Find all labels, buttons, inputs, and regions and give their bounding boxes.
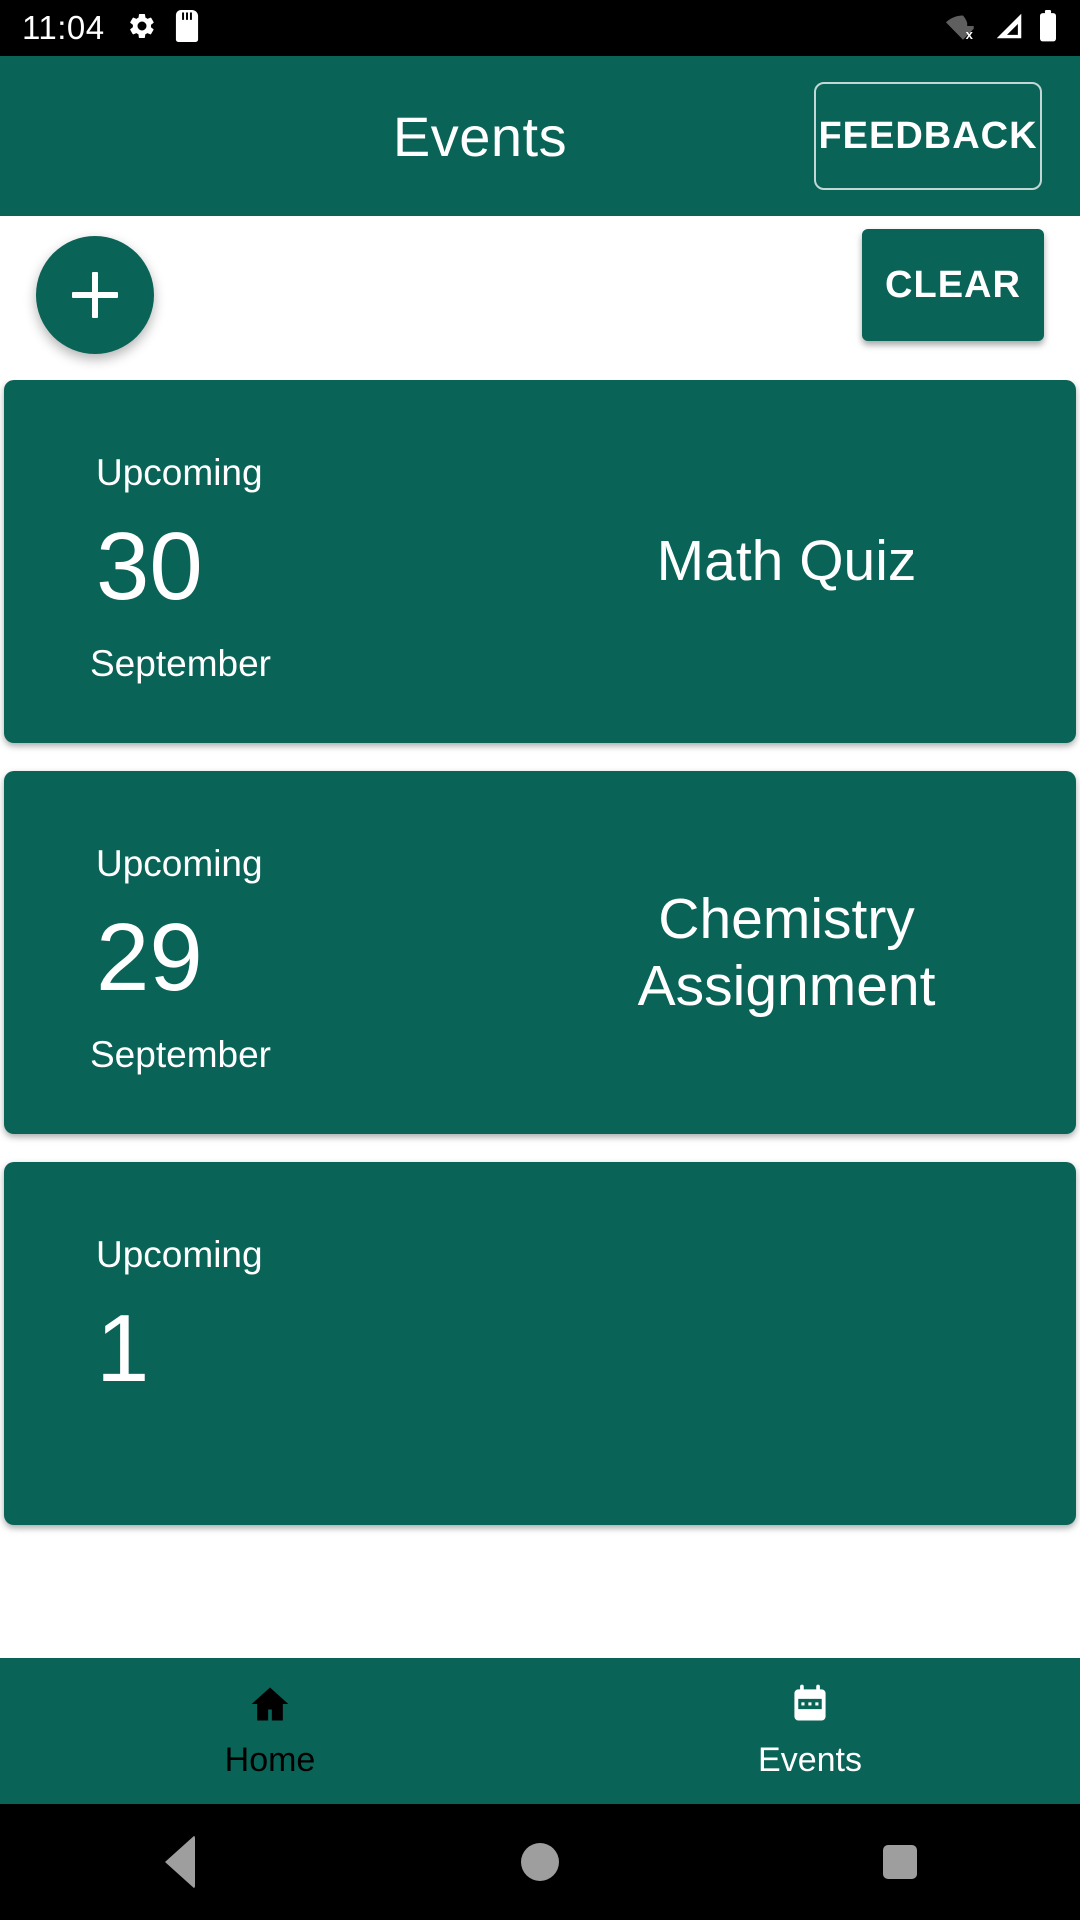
feedback-button[interactable]: FEEDBACK — [814, 82, 1042, 190]
wifi-off-icon: x — [946, 11, 980, 46]
event-list[interactable]: Upcoming 30 September Math Quiz Upcoming… — [0, 380, 1080, 1658]
home-circle-icon — [521, 1843, 559, 1881]
home-icon — [248, 1682, 292, 1731]
system-recents-button[interactable] — [830, 1845, 970, 1879]
bottom-navigation: Home Events — [0, 1658, 1080, 1804]
event-status-label: Upcoming — [96, 1234, 263, 1275]
status-bar-notification-icons — [127, 9, 199, 47]
event-title: Chemistry Assignment — [637, 887, 936, 1018]
bottom-nav-label-home: Home — [224, 1741, 316, 1779]
system-navigation-bar — [0, 1804, 1080, 1920]
event-title: Math Quiz — [656, 529, 917, 594]
app-bar: Events FEEDBACK — [0, 56, 1080, 216]
app-screen: 11:04 x Events FEEDBACK CLEAR Upcoming 3… — [0, 0, 1080, 1920]
event-card-content: Upcoming 30 September Math Quiz — [4, 380, 1076, 743]
event-month: September — [90, 643, 271, 684]
back-arrow-icon — [165, 1835, 195, 1889]
status-bar: 11:04 x — [0, 0, 1080, 56]
svg-text:x: x — [966, 27, 974, 41]
clear-button[interactable]: CLEAR — [862, 229, 1044, 341]
event-date-block: Upcoming 30 September — [4, 380, 497, 743]
cell-signal-icon — [994, 11, 1024, 46]
system-back-button[interactable] — [110, 1835, 250, 1889]
recents-square-icon — [883, 1845, 917, 1879]
battery-full-icon — [1038, 9, 1058, 47]
add-event-fab[interactable] — [36, 236, 154, 354]
event-title-block — [497, 1162, 1076, 1525]
event-card[interactable]: Upcoming 30 September Math Quiz — [4, 380, 1076, 743]
event-card-content: Upcoming 1 — [4, 1162, 1076, 1525]
event-status-label: Upcoming — [96, 843, 263, 884]
event-status-label: Upcoming — [96, 452, 263, 493]
status-bar-system-icons: x — [946, 9, 1058, 47]
status-bar-clock: 11:04 — [22, 9, 105, 46]
event-day: 1 — [96, 1295, 150, 1402]
plus-icon — [72, 272, 118, 318]
event-title-block: Chemistry Assignment — [497, 771, 1076, 1134]
event-date-block: Upcoming 29 September — [4, 771, 497, 1134]
bottom-nav-label-events: Events — [758, 1741, 862, 1779]
action-row: CLEAR — [0, 216, 1080, 380]
sd-card-icon — [175, 9, 199, 47]
system-home-button[interactable] — [470, 1843, 610, 1881]
bottom-nav-item-home[interactable]: Home — [0, 1658, 540, 1804]
event-title-block: Math Quiz — [497, 380, 1076, 743]
event-day: 29 — [96, 904, 203, 1011]
event-card[interactable]: Upcoming 29 September Chemistry Assignme… — [4, 771, 1076, 1134]
event-card[interactable]: Upcoming 1 — [4, 1162, 1076, 1525]
event-day: 30 — [96, 513, 203, 620]
event-card-content: Upcoming 29 September Chemistry Assignme… — [4, 771, 1076, 1134]
bottom-nav-item-events[interactable]: Events — [540, 1658, 1080, 1804]
event-month: September — [90, 1034, 271, 1075]
event-date-block: Upcoming 1 — [4, 1162, 497, 1525]
calendar-icon — [788, 1682, 832, 1731]
gear-icon — [127, 11, 157, 46]
